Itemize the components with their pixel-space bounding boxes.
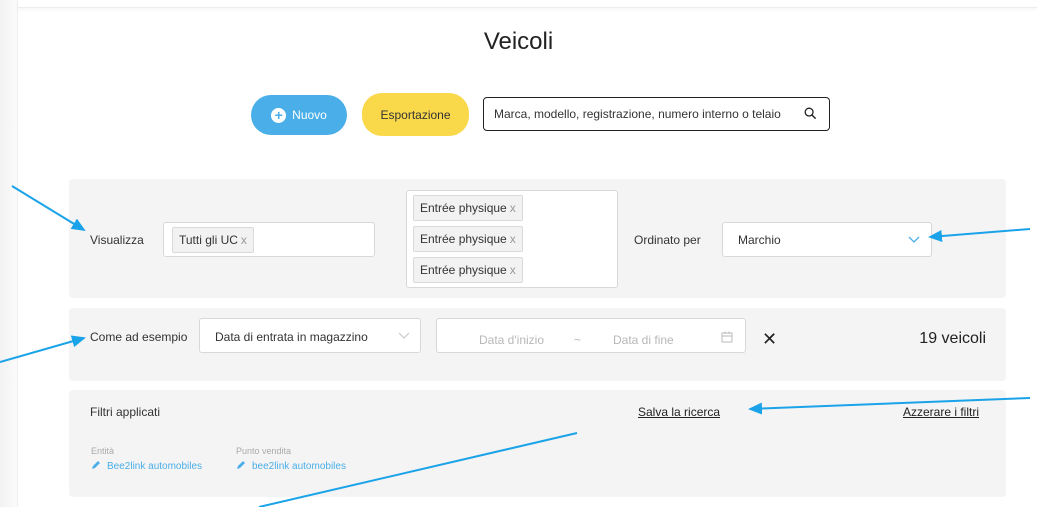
applied-filters-panel	[69, 390, 1006, 497]
status-chip-label: Entrée physique	[420, 232, 507, 246]
remove-chip-icon[interactable]: x	[510, 201, 516, 215]
new-button-label: Nuovo	[292, 108, 327, 122]
entity-value: Bee2link automobiles	[107, 461, 203, 472]
entity-filter-link[interactable]: Bee2link automobiles	[91, 460, 202, 472]
view-chip[interactable]: Tutti gli UC x	[172, 227, 254, 253]
clear-dates-button[interactable]: ✕	[762, 329, 777, 350]
pencil-icon	[237, 461, 245, 469]
view-chip-label: Tutti gli UC	[179, 233, 238, 247]
top-panel-edge	[18, 0, 1037, 8]
status-chip[interactable]: Entrée physique x	[413, 195, 523, 221]
export-button[interactable]: Esportazione	[362, 93, 469, 136]
search-placeholder: Marca, modello, registrazione, numero in…	[494, 107, 781, 121]
chevron-down-icon[interactable]	[398, 332, 410, 340]
point-of-sale-value: bee2link automobiles	[252, 461, 346, 472]
remove-chip-icon[interactable]: x	[241, 233, 247, 247]
as-example-label: Come ad esempio	[90, 330, 188, 344]
order-label: Ordinato per	[634, 233, 701, 247]
point-of-sale-label: Punto vendita	[236, 446, 292, 456]
reset-filters-link[interactable]: Azzerare i filtri	[903, 405, 979, 419]
plus-circle-icon: +	[271, 107, 287, 123]
point-of-sale-filter-link[interactable]: bee2link automobiles	[236, 460, 346, 472]
status-chip[interactable]: Entrée physique x	[413, 226, 523, 252]
status-chip-label: Entrée physique	[420, 201, 507, 215]
status-chip[interactable]: Entrée physique x	[413, 257, 523, 283]
export-button-label: Esportazione	[380, 107, 451, 122]
search-input[interactable]: Marca, modello, registrazione, numero in…	[483, 97, 830, 131]
calendar-icon[interactable]	[721, 331, 733, 343]
new-button[interactable]: + Nuovo	[251, 95, 347, 135]
entity-label: Entità	[91, 446, 115, 456]
applied-filters-title: Filtri applicati	[90, 405, 161, 419]
date-start-input[interactable]: Data d'inizio	[479, 333, 544, 347]
remove-chip-icon[interactable]: x	[510, 263, 516, 277]
date-range-separator: ~	[574, 333, 582, 347]
chevron-down-icon[interactable]	[908, 236, 920, 244]
page-title: Veicoli	[483, 28, 554, 55]
pencil-icon	[92, 461, 100, 469]
view-label: Visualizza	[90, 233, 144, 247]
order-value: Marchio	[738, 233, 781, 247]
status-chip-label: Entrée physique	[420, 263, 507, 277]
left-panel-edge	[0, 0, 18, 507]
save-search-link[interactable]: Salva la ricerca	[638, 405, 720, 419]
remove-chip-icon[interactable]: x	[510, 232, 516, 246]
search-icon[interactable]	[804, 107, 817, 120]
vehicle-count: 19 veicoli	[919, 330, 986, 347]
date-type-value: Data di entrata in magazzino	[215, 330, 368, 344]
date-end-input[interactable]: Data di fine	[613, 333, 674, 347]
